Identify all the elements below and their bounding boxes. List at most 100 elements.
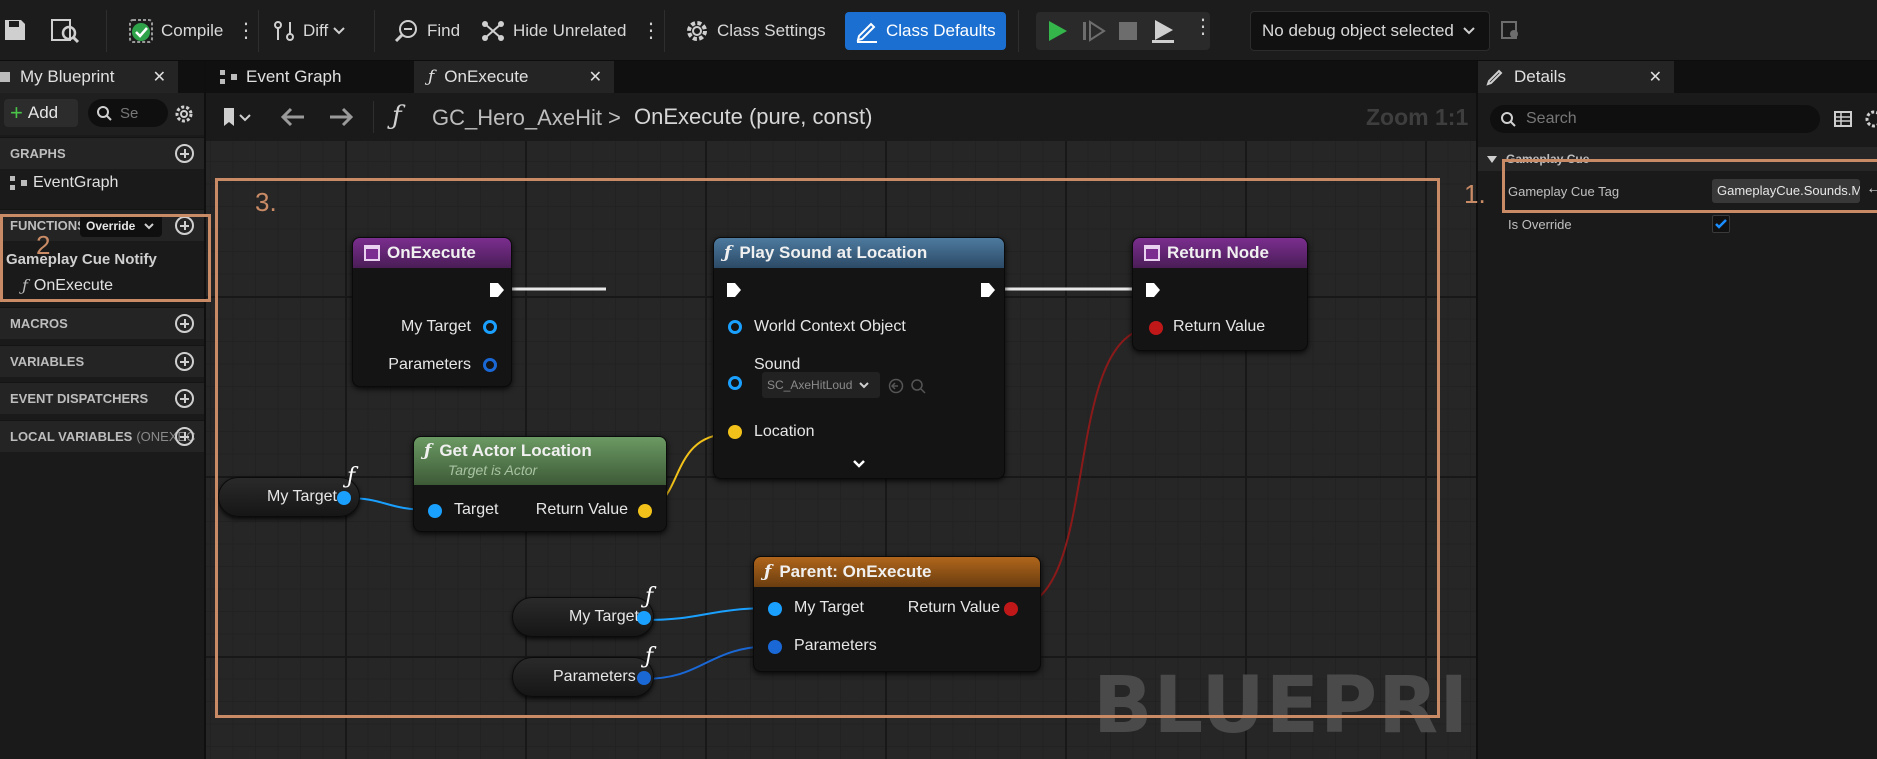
debug-object-select[interactable]: No debug object selected (1250, 11, 1490, 51)
diff-label: Diff (303, 21, 329, 40)
toolbar-separator (664, 10, 665, 52)
hide-unrelated-label: Hide Unrelated (513, 21, 627, 40)
add-local-variable-icon[interactable] (175, 427, 194, 446)
plus-icon: + (10, 100, 23, 125)
section-graphs-label: GRAPHS (10, 146, 66, 161)
blueprint-icon (0, 72, 10, 82)
annotation-box-1 (1502, 159, 1877, 213)
compile-label: Compile (161, 21, 224, 40)
section-event-dispatchers[interactable]: EVENT DISPATCHERS (0, 382, 204, 414)
graph-options-icon[interactable]: ⋮ (641, 14, 661, 48)
breadcrumb-blueprint[interactable]: GC_Hero_AxeHit (432, 105, 602, 131)
browse-icon[interactable] (50, 16, 80, 48)
debug-object-value: No debug object selected (1262, 21, 1454, 40)
tab-event-graph[interactable]: Event Graph (206, 61, 406, 93)
toolbar-separator (106, 10, 107, 52)
search-icon (97, 106, 112, 121)
details-edit-icon (1486, 69, 1503, 86)
play-icon[interactable] (1046, 20, 1068, 42)
tab-onexecute-label: OnExecute (444, 67, 529, 86)
graph-tab-strip: Event Graph ƒ OnExecute ✕ (206, 61, 1476, 93)
gear-icon[interactable] (174, 104, 194, 124)
details-search-input[interactable]: Search (1490, 105, 1820, 133)
debug-filter-icon[interactable] (1500, 20, 1522, 46)
section-local-variables-label: LOCAL VARIABLES (10, 429, 133, 444)
annotation-number-1: 1. (1464, 179, 1486, 209)
stop-icon[interactable] (1118, 21, 1138, 41)
class-defaults-label: Class Defaults (886, 21, 996, 40)
function-icon: ƒ (392, 101, 402, 131)
close-icon[interactable]: ✕ (153, 67, 166, 87)
blueprint-search-input[interactable]: Se (88, 99, 168, 127)
section-graphs[interactable]: GRAPHS (0, 137, 204, 169)
left-panel-toolbar: + Add Se (0, 93, 204, 135)
annotation-number-3: 3. (255, 187, 277, 217)
forward-arrow-icon[interactable] (328, 107, 354, 131)
gear-icon (687, 21, 707, 41)
section-macros[interactable]: MACROS (0, 307, 204, 339)
close-icon[interactable]: ✕ (1649, 67, 1662, 87)
tab-details-label: Details (1514, 67, 1566, 86)
bookmark-icon[interactable] (222, 107, 252, 131)
details-tab-strip: Details ✕ (1478, 61, 1877, 93)
diff-button[interactable]: Diff (272, 12, 353, 50)
section-local-variables[interactable]: LOCAL VARIABLES (ONEXEC (0, 420, 204, 452)
breadcrumb-chevron-icon: > (608, 105, 621, 130)
annotation-box-3 (215, 178, 1440, 718)
compile-button[interactable]: Compile (128, 12, 223, 50)
table-view-icon[interactable] (1834, 110, 1852, 128)
event-graph-label: EventGraph (33, 174, 119, 191)
toolbar-separator (374, 10, 375, 52)
checkmark-icon (1715, 219, 1727, 229)
add-macro-icon[interactable] (175, 314, 194, 333)
compile-options-icon[interactable]: ⋮ (236, 14, 256, 48)
toolbar-separator (258, 10, 259, 52)
section-variables-label: VARIABLES (10, 354, 85, 369)
eject-icon[interactable] (1150, 18, 1176, 44)
details-search-placeholder: Search (1526, 110, 1577, 127)
play-controls: ⋮ (1036, 12, 1213, 50)
add-variable-icon[interactable] (175, 352, 194, 371)
add-button[interactable]: + Add (4, 99, 78, 127)
tab-details[interactable]: Details ✕ (1478, 61, 1674, 93)
event-graph-icon (220, 70, 237, 84)
tab-onexecute[interactable]: ƒ OnExecute ✕ (414, 61, 614, 93)
annotation-box-2 (0, 214, 211, 302)
graph-breadcrumb-bar: ƒ GC_Hero_AxeHit > OnExecute (pure, cons… (206, 93, 1476, 141)
edit-defaults-icon (856, 22, 877, 43)
breadcrumb-function: OnExecute (pure, const) (634, 104, 873, 129)
header-separator (373, 101, 374, 133)
my-blueprint-panel: My Blueprint ✕ + Add Se GRAPHS EventGrap… (0, 61, 206, 759)
main-toolbar: Compile ⋮ Diff Find Hide Unrelated ⋮ Cla… (0, 0, 1877, 61)
find-button[interactable]: Find (394, 12, 460, 50)
save-icon[interactable] (4, 18, 26, 46)
section-variables[interactable]: VARIABLES (0, 345, 204, 377)
play-options-icon[interactable]: ⋮ (1193, 14, 1213, 39)
tab-my-blueprint[interactable]: My Blueprint ✕ (0, 61, 178, 93)
chevron-down-icon (333, 27, 345, 35)
close-icon[interactable]: ✕ (589, 67, 602, 87)
chevron-down-icon (1463, 27, 1475, 35)
add-graph-icon[interactable] (175, 144, 194, 163)
hide-unrelated-button[interactable]: Hide Unrelated (480, 12, 626, 50)
find-label: Find (427, 21, 461, 40)
step-icon[interactable] (1082, 20, 1106, 42)
toolbar-separator (1018, 10, 1019, 52)
compile-check-icon (129, 19, 153, 43)
is-override-checkbox[interactable] (1712, 215, 1730, 233)
tab-event-graph-label: Event Graph (246, 67, 342, 86)
annotation-number-2: 2 (36, 230, 51, 260)
class-defaults-button[interactable]: Class Defaults (845, 12, 1006, 50)
back-arrow-icon[interactable] (280, 107, 306, 131)
section-event-dispatchers-label: EVENT DISPATCHERS (10, 391, 149, 406)
find-icon (394, 20, 417, 43)
hide-unrelated-icon (482, 21, 504, 41)
gear-icon[interactable] (1864, 109, 1877, 129)
event-graph-icon (10, 176, 27, 190)
list-item-event-graph[interactable]: EventGraph (10, 174, 118, 192)
zoom-level: Zoom 1:1 (1366, 104, 1469, 130)
function-icon: ƒ (428, 67, 435, 87)
class-settings-button[interactable]: Class Settings (684, 12, 826, 50)
add-event-dispatcher-icon[interactable] (175, 389, 194, 408)
add-label: Add (27, 103, 59, 122)
